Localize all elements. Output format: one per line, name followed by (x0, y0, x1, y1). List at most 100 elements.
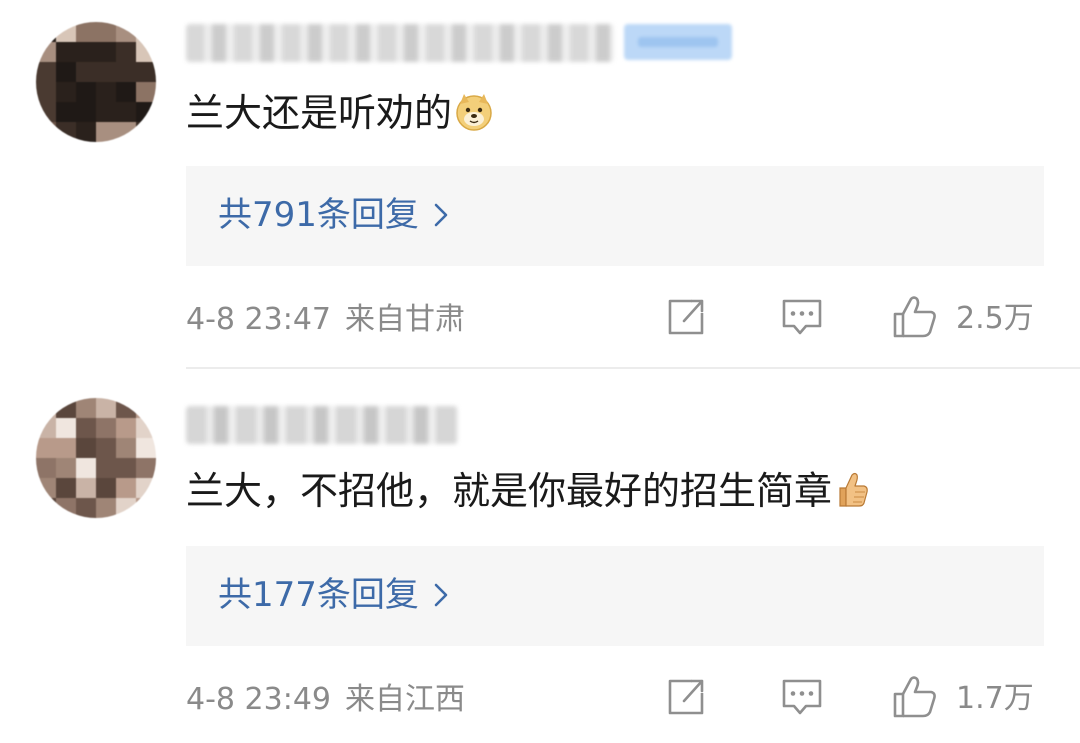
avatar-pixel (76, 438, 96, 458)
avatar-pixel (96, 22, 116, 42)
avatar-pixel (96, 398, 116, 418)
avatar-pixel (116, 42, 136, 62)
avatar-pixel (36, 498, 56, 518)
comment-meta: 4-8 23:49 来自江西 (186, 680, 465, 720)
avatar-pixel (136, 398, 156, 418)
chevron-right-icon (433, 575, 449, 619)
avatar-pixel (136, 438, 156, 458)
avatar-pixel (116, 122, 136, 142)
avatar-pixel (116, 82, 136, 102)
avatar-pixel (76, 42, 96, 62)
avatar[interactable] (36, 398, 156, 518)
avatar-pixel (76, 22, 96, 42)
comment-button[interactable] (780, 674, 824, 724)
comment-button[interactable] (780, 294, 824, 344)
avatar-pixel (116, 22, 136, 42)
avatar-pixel (76, 82, 96, 102)
avatar-pixel (36, 102, 56, 122)
avatar-pixel (96, 458, 116, 478)
avatar-pixel (96, 418, 116, 438)
avatar-pixel (96, 478, 116, 498)
share-button[interactable] (664, 294, 708, 344)
comment-location: 来自甘肃 (345, 302, 465, 337)
replies-count-label: 共177条回复 (218, 575, 419, 615)
comment-text: 兰大还是听劝的 (186, 90, 494, 142)
avatar-pixel (116, 438, 136, 458)
avatar-pixel (56, 42, 76, 62)
avatar-pixel (36, 398, 56, 418)
comment-icon (780, 676, 824, 722)
avatar-pixel (56, 122, 76, 142)
user-badge-blurred (624, 24, 732, 60)
avatar-pixel (116, 418, 136, 438)
avatar-pixel (76, 458, 96, 478)
thumbs-up-icon (892, 675, 938, 723)
avatar-pixel (36, 478, 56, 498)
comment-item: 兰大还是听劝的 共791条回复 4-8 23:47 来自甘肃 2.5万 (0, 0, 1080, 368)
comment-meta: 4-8 23:47 来自甘肃 (186, 300, 465, 340)
avatar-pixel (136, 42, 156, 62)
avatar-pixel (96, 42, 116, 62)
avatar-pixel (56, 418, 76, 438)
avatar-pixel (116, 398, 136, 418)
thumbs-up-emoji-icon (834, 470, 870, 520)
avatar-pixel (136, 102, 156, 122)
avatar-pixel (96, 438, 116, 458)
avatar-pixel (36, 122, 56, 142)
avatar-pixel (56, 458, 76, 478)
share-icon (664, 676, 708, 722)
username-blurred[interactable] (186, 24, 614, 62)
avatar-pixel (136, 478, 156, 498)
like-button[interactable]: 1.7万 (892, 674, 1034, 724)
avatar-pixel (96, 122, 116, 142)
avatar-pixel (56, 62, 76, 82)
view-replies-link[interactable]: 共791条回复 (218, 193, 449, 239)
avatar-pixel (36, 458, 56, 478)
replies-count-label: 共791条回复 (218, 195, 419, 235)
avatar-pixel (76, 398, 96, 418)
comment-item: 兰大，不招他，就是你最好的招生简章 共177条回复 4-8 23:49 来自江西 (0, 368, 1080, 743)
username-blurred[interactable] (186, 406, 458, 444)
avatar-pixel (56, 398, 76, 418)
share-button[interactable] (664, 674, 708, 724)
like-button[interactable]: 2.5万 (892, 294, 1034, 344)
avatar-pixel (76, 498, 96, 518)
avatar-pixel (76, 122, 96, 142)
view-replies-link[interactable]: 共177条回复 (218, 573, 449, 619)
avatar-pixel (36, 22, 56, 42)
avatar-pixel (56, 498, 76, 518)
avatar[interactable] (36, 22, 156, 142)
avatar-pixel (136, 82, 156, 102)
avatar-pixel (76, 62, 96, 82)
avatar-pixel (116, 458, 136, 478)
avatar-pixel (116, 478, 136, 498)
avatar-pixel (136, 22, 156, 42)
avatar-pixel (36, 42, 56, 62)
avatar-pixel (36, 62, 56, 82)
share-icon (664, 296, 708, 342)
avatar-pixel (136, 122, 156, 142)
avatar-pixel (136, 418, 156, 438)
avatar-pixel (116, 102, 136, 122)
avatar-pixel (96, 82, 116, 102)
avatar-pixel (96, 498, 116, 518)
comment-footer: 4-8 23:47 来自甘肃 2.5万 (186, 294, 1044, 344)
avatar-pixel (76, 418, 96, 438)
comment-time: 4-8 23:47 (186, 302, 331, 337)
avatar-pixel (136, 458, 156, 478)
avatar-pixel (56, 82, 76, 102)
thumbs-up-icon (892, 295, 938, 343)
avatar-pixel (136, 62, 156, 82)
avatar-pixel (76, 102, 96, 122)
avatar-pixel (36, 82, 56, 102)
replies-box: 共791条回复 (186, 166, 1044, 266)
comment-text-content: 兰大，不招他，就是你最好的招生简章 (186, 469, 833, 513)
avatar-pixel (56, 22, 76, 42)
avatar-pixel (116, 498, 136, 518)
avatar-pixel (36, 418, 56, 438)
avatar-pixel (56, 102, 76, 122)
avatar-pixel (76, 478, 96, 498)
comment-location: 来自江西 (345, 682, 465, 717)
avatar-pixel (96, 62, 116, 82)
like-count: 2.5万 (956, 301, 1034, 336)
